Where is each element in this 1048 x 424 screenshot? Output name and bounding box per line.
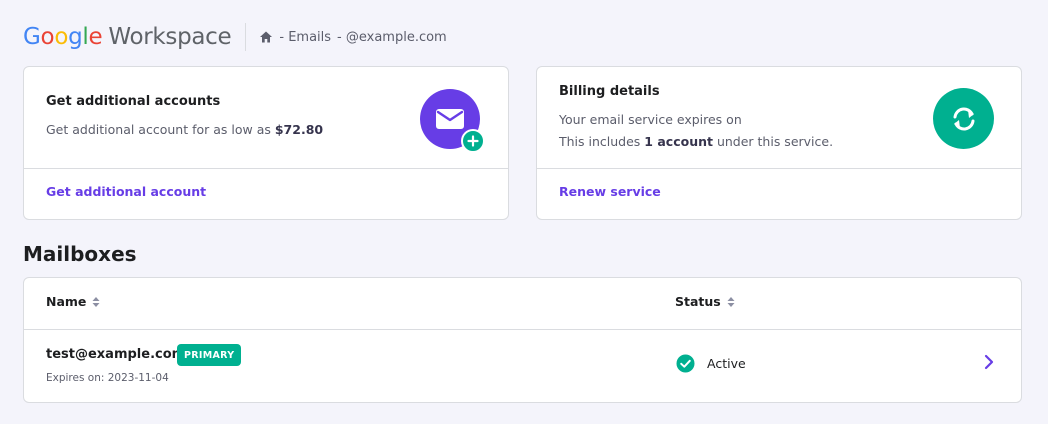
header-divider [245,23,247,51]
page-header: Google Workspace - Emails - @example.com [23,22,447,52]
logo-letter: o [40,24,55,50]
breadcrumb-domain: - @example.com [337,29,447,45]
get-additional-account-link[interactable]: Get additional account [46,184,206,199]
column-label: Status [675,294,721,309]
sort-icon[interactable] [92,296,100,308]
included-count: 1 account [644,134,713,149]
card-title: Billing details [559,84,660,99]
table-row[interactable]: test@example.com PRIMARY Expires on: 202… [24,330,1021,402]
price-value: $72.80 [274,122,324,137]
price-prefix: Get additional account for as low as [46,122,275,137]
mailbox-status: Active [676,354,746,373]
card-title: Get additional accounts [46,94,221,109]
status-label: Active [707,356,746,371]
google-logo-text: Google [23,24,103,50]
accounts-included-text: This includes 1 account under this servi… [559,134,833,149]
column-header-name[interactable]: Name [46,294,100,309]
included-prefix: This includes [559,134,645,149]
sort-icon[interactable] [727,296,735,308]
google-workspace-logo: Google Workspace [23,24,232,50]
additional-accounts-card: Get additional accounts Get additional a… [23,66,509,220]
logo-letter: G [23,24,41,50]
card-description: Get additional account for as low as $72… [46,122,323,137]
primary-badge: PRIMARY [177,344,242,366]
billing-details-card: Billing details Your email service expir… [536,66,1022,220]
mailboxes-title: Mailboxes [23,242,137,266]
workspace-logo-text: Workspace [108,24,232,50]
logo-letter: e [88,24,103,50]
check-circle-icon [676,354,695,373]
column-header-status[interactable]: Status [675,294,735,309]
logo-letter: o [54,24,69,50]
chevron-right-icon[interactable] [982,354,996,370]
card-body: Get additional accounts Get additional a… [24,67,508,169]
included-suffix: under this service. [712,134,834,149]
breadcrumb: - Emails - @example.com [259,29,447,45]
mailbox-email: test@example.com [46,347,186,362]
home-icon[interactable] [259,30,273,44]
logo-letter: g [68,24,83,50]
card-body: Billing details Your email service expir… [537,67,1021,169]
renew-service-link[interactable]: Renew service [559,184,661,199]
expiry-text: Your email service expires on [559,112,742,127]
column-label: Name [46,294,87,309]
mailbox-expiry: Expires on: 2023-11-04 [46,372,169,384]
mailboxes-table: Name Status test@example.com PRIMARY Exp… [23,277,1022,403]
breadcrumb-emails[interactable]: - Emails [279,30,331,45]
table-header: Name Status [24,278,1021,330]
renew-icon [933,88,994,149]
plus-icon [461,129,485,153]
